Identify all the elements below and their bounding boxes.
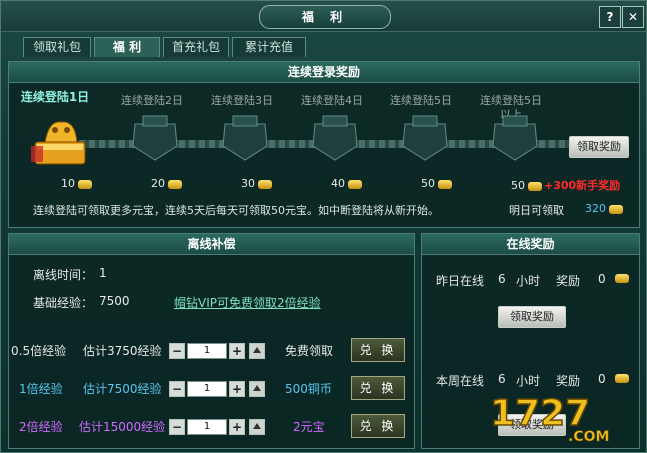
tab-first-recharge[interactable]: 首充礼包: [163, 37, 229, 57]
online-header: 在线奖励: [422, 234, 639, 255]
decrement-button[interactable]: −: [169, 381, 185, 397]
day-1-label: 连续登陆1日: [20, 90, 90, 104]
estimate-label: 估计15000经验: [79, 420, 166, 434]
help-button[interactable]: ?: [599, 6, 621, 28]
gold-ingot-icon: [78, 179, 92, 189]
title-bar: 福 利 ? ✕: [1, 1, 646, 32]
gold-ingot-icon: [615, 274, 629, 283]
yesterday-reward: 0: [598, 272, 606, 286]
day-1-reward: 10: [61, 177, 92, 190]
max-quantity-button[interactable]: [249, 381, 265, 397]
offline-compensation-panel: 离线补偿 离线时间： 1 基础经验： 7500 帽钻VIP可免费领取2倍经验 0…: [8, 233, 415, 449]
svg-text:1727: 1727: [490, 393, 590, 434]
gold-ingot-icon: [615, 374, 629, 383]
claim-online-reward-button[interactable]: 领取奖励: [498, 306, 566, 328]
vip-link[interactable]: 帽钻VIP可免费领取2倍经验: [174, 294, 321, 311]
locked-box-icon: [312, 115, 358, 161]
day-4-reward: 40: [331, 177, 362, 190]
day-3-label: 连续登陆3日: [211, 94, 273, 107]
tab-gift-pack[interactable]: 领取礼包: [23, 37, 91, 57]
decrement-button[interactable]: −: [169, 419, 185, 435]
multiplier-label: 1倍经验: [19, 382, 63, 396]
offline-header: 离线补偿: [9, 234, 414, 255]
cost-label: 500铜币: [285, 382, 332, 396]
week-label: 本周在线: [436, 374, 485, 388]
locked-box-icon: [132, 115, 178, 161]
login-reward-header: 连续登录奖励: [9, 62, 639, 83]
claim-login-reward-button[interactable]: 领取奖励: [569, 136, 629, 158]
locked-box-icon: [492, 115, 538, 161]
reward-label: 奖励: [556, 274, 581, 288]
yesterday-hours: 6: [498, 272, 506, 286]
gold-ingot-icon: [609, 204, 623, 214]
login-notice: 连续登陆可领取更多元宝，连续5天后每天可领取50元宝。如中断登陆将从新开始。: [33, 204, 439, 217]
day-6-reward: 50 +300新手奖励: [511, 177, 620, 193]
newbie-bonus: +300新手奖励: [544, 179, 621, 192]
multiplier-label: 2倍经验: [19, 420, 63, 434]
gold-seal-icon: [31, 121, 86, 165]
gold-ingot-icon: [528, 181, 542, 191]
reward-value: 50: [421, 177, 435, 190]
day-2-reward: 20: [151, 177, 182, 190]
estimate-label: 估计7500经验: [83, 382, 162, 396]
day-4-label: 连续登陆4日: [301, 94, 363, 107]
gold-ingot-icon: [258, 179, 272, 189]
max-quantity-button[interactable]: [249, 419, 265, 435]
welfare-window: 福 利 ? ✕ 领取礼包 福 利 首充礼包 累计充值 连续登录奖励 连续登陆1日…: [0, 0, 647, 453]
quantity-input[interactable]: 1: [187, 381, 227, 397]
offline-time-value: 1: [99, 266, 107, 280]
reward-value: 20: [151, 177, 165, 190]
svg-text:.COM: .COM: [568, 429, 609, 445]
quantity-stepper: − 1 +: [169, 381, 269, 397]
quantity-input[interactable]: 1: [187, 419, 227, 435]
window-title: 福 利: [259, 5, 391, 29]
gold-ingot-icon: [348, 179, 362, 189]
multiplier-label: 0.5倍经验: [11, 344, 67, 358]
close-button[interactable]: ✕: [622, 6, 644, 28]
increment-button[interactable]: +: [229, 381, 245, 397]
increment-button[interactable]: +: [229, 343, 245, 359]
exchange-button[interactable]: 兑 换: [351, 414, 405, 438]
tomorrow-amount: 320: [585, 202, 606, 215]
day-5-label: 连续登陆5日: [390, 94, 452, 107]
quantity-input[interactable]: 1: [187, 343, 227, 359]
reward-value: 50: [511, 179, 525, 192]
cost-label: 免费领取: [285, 344, 334, 358]
decrement-button[interactable]: −: [169, 343, 185, 359]
gold-ingot-icon: [438, 179, 452, 189]
day-5-reward: 50: [421, 177, 452, 190]
yesterday-label: 昨日在线: [436, 274, 485, 288]
quantity-stepper: − 1 +: [169, 419, 269, 435]
estimate-label: 估计3750经验: [83, 344, 162, 358]
cost-label: 2元宝: [293, 420, 325, 434]
locked-box-icon: [222, 115, 268, 161]
day-3-reward: 30: [241, 177, 272, 190]
increment-button[interactable]: +: [229, 419, 245, 435]
exchange-button[interactable]: 兑 换: [351, 376, 405, 400]
gold-ingot-icon: [168, 179, 182, 189]
tomorrow-label: 明日可领取: [509, 204, 564, 217]
exchange-button[interactable]: 兑 换: [351, 338, 405, 362]
base-exp-value: 7500: [99, 294, 130, 308]
tab-welfare[interactable]: 福 利: [94, 37, 160, 57]
reward-value: 10: [61, 177, 75, 190]
locked-box-icon: [402, 115, 448, 161]
watermark-logo: 1727 .COM: [489, 392, 609, 445]
tomorrow-value: 320: [585, 202, 623, 215]
reward-value: 30: [241, 177, 255, 190]
offline-time-label: 离线时间：: [33, 268, 94, 282]
hours-unit: 小时: [516, 274, 541, 288]
login-reward-panel: 连续登录奖励 连续登陆1日 连续登陆2日 连续登陆3日 连续登陆4日 连续登陆5…: [8, 61, 640, 228]
quantity-stepper: − 1 +: [169, 343, 269, 359]
tab-cumulative-recharge[interactable]: 累计充值: [232, 37, 306, 57]
max-quantity-button[interactable]: [249, 343, 265, 359]
base-exp-label: 基础经验：: [33, 296, 94, 310]
reward-value: 40: [331, 177, 345, 190]
day-2-label: 连续登陆2日: [121, 94, 183, 107]
